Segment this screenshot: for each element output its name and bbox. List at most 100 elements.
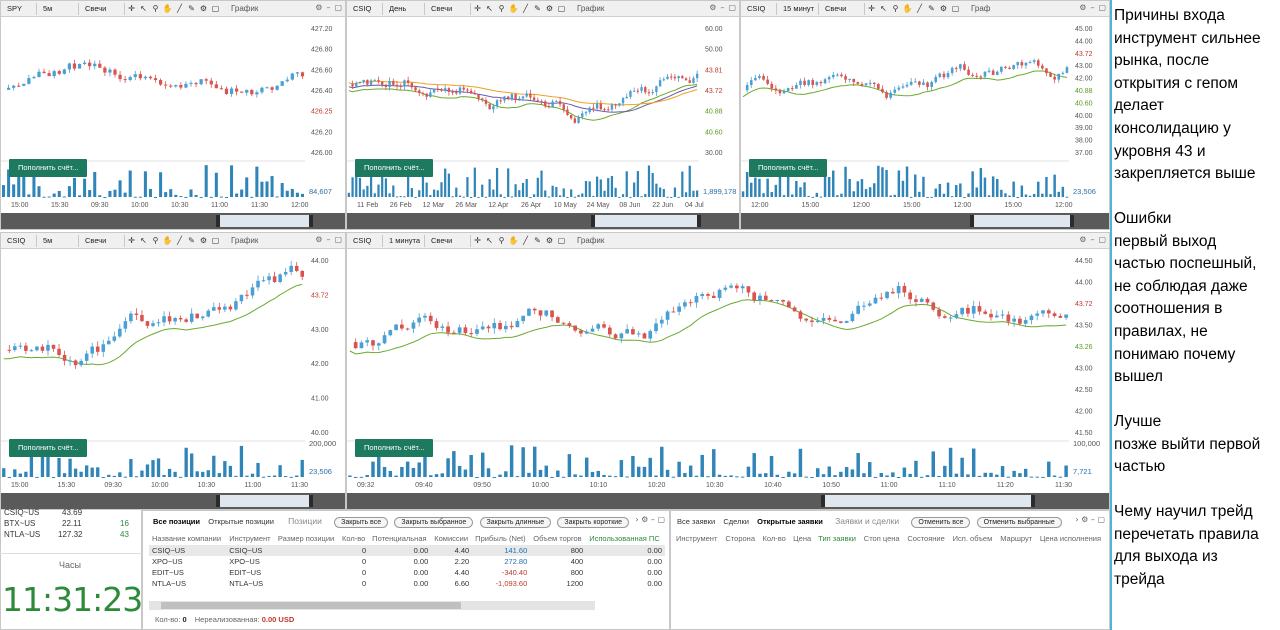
col-header[interactable]: Инструмент bbox=[673, 531, 722, 545]
minimize-icon[interactable]: – bbox=[1090, 235, 1094, 244]
interval-select[interactable]: 1 минута bbox=[385, 234, 425, 247]
draw-line-icon[interactable]: ╱ bbox=[174, 3, 185, 14]
col-header[interactable]: Стоп цена bbox=[861, 531, 905, 545]
deposit-button[interactable]: Пополнить счёт... bbox=[355, 439, 434, 457]
symbol-field[interactable]: CSIQ bbox=[3, 234, 37, 247]
square-icon[interactable]: ▢ bbox=[556, 3, 567, 14]
maximize-icon[interactable]: ▢ bbox=[334, 235, 342, 244]
table-row[interactable]: EDIT~US EDIT~US 0 0.00 4.40 -340.40 800 0.00 bbox=[149, 567, 665, 578]
time-navigator[interactable] bbox=[741, 213, 1109, 229]
square-icon[interactable]: ▢ bbox=[210, 3, 221, 14]
pencil-icon[interactable]: ✎ bbox=[532, 235, 543, 246]
navigator-window[interactable] bbox=[216, 495, 313, 507]
interval-select[interactable]: 15 минут bbox=[779, 2, 819, 15]
table-row[interactable]: NTLA~US NTLA~US 0 0.00 6.60 -1,093.60 1200 0.00 bbox=[149, 578, 665, 589]
pencil-icon[interactable]: ✎ bbox=[532, 3, 543, 14]
zoom-icon[interactable]: ⚲ bbox=[150, 235, 161, 246]
hand-icon[interactable]: ✋ bbox=[508, 235, 519, 246]
navigator-window[interactable] bbox=[216, 215, 313, 227]
close-all-button[interactable]: Закрыть все bbox=[334, 517, 389, 528]
deposit-button[interactable]: Пополнить счёт... bbox=[9, 439, 88, 457]
minimize-icon[interactable]: – bbox=[326, 235, 330, 244]
cursor-icon[interactable]: ↖ bbox=[138, 3, 149, 14]
tab-trades[interactable]: Сделки bbox=[723, 517, 749, 526]
gear-icon[interactable]: ⚙ bbox=[1079, 235, 1086, 244]
chevron-right-icon[interactable]: › bbox=[1075, 515, 1078, 524]
square-icon[interactable]: ▢ bbox=[950, 3, 961, 14]
zoom-icon[interactable]: ⚲ bbox=[496, 3, 507, 14]
col-header[interactable]: Комиссии bbox=[431, 531, 472, 545]
deposit-button[interactable]: Пополнить счёт... bbox=[355, 159, 434, 177]
col-header[interactable]: Состояние bbox=[904, 531, 949, 545]
hand-icon[interactable]: ✋ bbox=[162, 3, 173, 14]
draw-line-icon[interactable]: ╱ bbox=[174, 235, 185, 246]
chart-type-select[interactable]: Свечи bbox=[427, 2, 471, 15]
crosshair-icon[interactable]: ✛ bbox=[472, 235, 483, 246]
hand-icon[interactable]: ✋ bbox=[508, 3, 519, 14]
zoom-icon[interactable]: ⚲ bbox=[150, 3, 161, 14]
table-row[interactable]: CSIQ~US CSIQ~US 0 0.00 4.40 141.60 800 0.00 bbox=[149, 545, 665, 556]
chart-type-select[interactable]: Свечи bbox=[81, 2, 125, 15]
interval-select[interactable]: 5м bbox=[39, 2, 79, 15]
minimize-icon[interactable]: – bbox=[720, 3, 724, 12]
col-header[interactable]: Маршрут bbox=[997, 531, 1037, 545]
gear-icon[interactable]: ⚙ bbox=[1079, 3, 1086, 12]
minimize-icon[interactable]: – bbox=[326, 3, 330, 12]
interval-select[interactable]: 5м bbox=[39, 234, 79, 247]
navigator-window[interactable] bbox=[591, 215, 701, 227]
draw-line-icon[interactable]: ╱ bbox=[520, 235, 531, 246]
close-selected-button[interactable]: Закрыть выбранное bbox=[394, 517, 474, 528]
draw-line-icon[interactable]: ╱ bbox=[520, 3, 531, 14]
symbol-field[interactable]: CSIQ bbox=[743, 2, 777, 15]
minimize-icon[interactable]: – bbox=[1091, 515, 1095, 524]
maximize-icon[interactable]: ▢ bbox=[1098, 235, 1106, 244]
cursor-icon[interactable]: ↖ bbox=[138, 235, 149, 246]
col-header[interactable]: Размер позиции bbox=[275, 531, 339, 545]
draw-line-icon[interactable]: ╱ bbox=[914, 3, 925, 14]
hand-icon[interactable]: ✋ bbox=[162, 235, 173, 246]
deposit-button[interactable]: Пополнить счёт... bbox=[749, 159, 828, 177]
tab-open-positions[interactable]: Открытые позиции bbox=[208, 517, 274, 526]
settings-icon[interactable]: ⚙ bbox=[198, 3, 209, 14]
gear-icon[interactable]: ⚙ bbox=[315, 235, 322, 244]
gear-icon[interactable]: ⚙ bbox=[641, 515, 648, 524]
cursor-icon[interactable]: ↖ bbox=[484, 235, 495, 246]
chart-type-select[interactable]: Свечи bbox=[81, 234, 125, 247]
time-navigator[interactable] bbox=[347, 213, 739, 229]
chart-type-select[interactable]: Свечи bbox=[427, 234, 471, 247]
col-header[interactable]: Потенциальная bbox=[369, 531, 431, 545]
square-icon[interactable]: ▢ bbox=[556, 235, 567, 246]
table-row[interactable]: XPO~US XPO~US 0 0.00 2.20 272.80 400 0.00 bbox=[149, 556, 665, 567]
navigator-window[interactable] bbox=[970, 215, 1074, 227]
pencil-icon[interactable]: ✎ bbox=[186, 3, 197, 14]
maximize-icon[interactable]: ▢ bbox=[728, 3, 736, 12]
crosshair-icon[interactable]: ✛ bbox=[126, 235, 137, 246]
col-header[interactable]: Прибыль (Net) bbox=[472, 531, 530, 545]
col-header[interactable]: Исп. объем bbox=[950, 531, 998, 545]
maximize-icon[interactable]: ▢ bbox=[334, 3, 342, 12]
symbol-field[interactable]: CSIQ bbox=[349, 2, 383, 15]
crosshair-icon[interactable]: ✛ bbox=[126, 3, 137, 14]
col-header[interactable]: Цена исполнения bbox=[1037, 531, 1107, 545]
settings-icon[interactable]: ⚙ bbox=[544, 235, 555, 246]
col-header[interactable]: Объем торгов bbox=[530, 531, 586, 545]
chart-type-select[interactable]: Свечи bbox=[821, 2, 865, 15]
minimize-icon[interactable]: – bbox=[651, 515, 655, 524]
time-navigator[interactable] bbox=[347, 493, 1109, 509]
maximize-icon[interactable]: ▢ bbox=[657, 515, 665, 524]
gear-icon[interactable]: ⚙ bbox=[1081, 515, 1088, 524]
gear-icon[interactable]: ⚙ bbox=[709, 3, 716, 12]
cursor-icon[interactable]: ↖ bbox=[878, 3, 889, 14]
pencil-icon[interactable]: ✎ bbox=[186, 235, 197, 246]
interval-select[interactable]: День bbox=[385, 2, 425, 15]
col-header[interactable]: Кол-во bbox=[339, 531, 369, 545]
col-header[interactable]: Инструмент bbox=[226, 531, 275, 545]
maximize-icon[interactable]: ▢ bbox=[1098, 3, 1106, 12]
pencil-icon[interactable]: ✎ bbox=[926, 3, 937, 14]
cancel-selected-button[interactable]: Отменить выбранные bbox=[976, 517, 1062, 528]
tab-all-positions[interactable]: Все позиции bbox=[153, 517, 200, 526]
deposit-button[interactable]: Пополнить счёт... bbox=[9, 159, 88, 177]
hand-icon[interactable]: ✋ bbox=[902, 3, 913, 14]
gear-icon[interactable]: ⚙ bbox=[315, 3, 322, 12]
zoom-icon[interactable]: ⚲ bbox=[890, 3, 901, 14]
